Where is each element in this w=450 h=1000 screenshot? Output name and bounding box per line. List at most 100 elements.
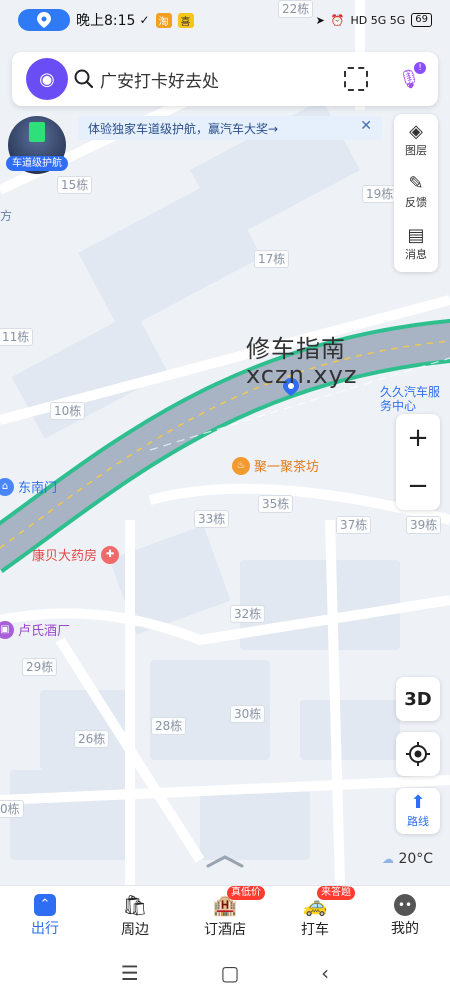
bag-icon: 🛍: [122, 892, 148, 917]
poi-east-gate[interactable]: ⌂ 东南门: [0, 477, 57, 496]
tab-label: 周边: [121, 921, 149, 938]
promo-tag: 真低价: [227, 886, 265, 900]
building-label: 17栋: [254, 250, 290, 268]
travel-icon: ⌃: [34, 893, 56, 916]
zoom-controls: + −: [396, 414, 440, 510]
system-nav-bar: ☰ ▢ ‹: [0, 945, 450, 1000]
poi-pharmacy[interactable]: 康贝大药房 ✚: [32, 545, 123, 564]
voice-icon[interactable]: 🎙!: [394, 62, 426, 94]
locate-button[interactable]: [396, 732, 440, 776]
map-tools-panel: ◈ 图层 ✎ 反馈 ▤ 消息: [394, 114, 438, 272]
tab-label: 出行: [31, 920, 59, 937]
building-label: 19栋: [362, 185, 398, 203]
close-icon[interactable]: ✕: [360, 118, 372, 134]
voice-badge: !: [414, 62, 426, 74]
zoom-out-button[interactable]: −: [396, 462, 440, 510]
check-icon: ✓: [139, 13, 150, 27]
temperature: 20°C: [398, 851, 434, 867]
feedback-button[interactable]: ✎ 反馈: [394, 166, 438, 218]
back-icon[interactable]: ‹: [321, 961, 329, 985]
poi-label: 东南门: [18, 481, 58, 496]
poi-label: 聚一聚茶坊: [254, 460, 320, 475]
message-icon: ▤: [407, 225, 425, 246]
location-indicator: [18, 9, 70, 31]
3d-button[interactable]: 3D: [396, 677, 440, 721]
tab-taxi[interactable]: 来答题 🚕 打车: [270, 886, 360, 945]
cloud-icon: ☁: [382, 852, 394, 866]
building-label: 29栋: [22, 658, 58, 676]
messages-button[interactable]: ▤ 消息: [394, 218, 438, 270]
poi-label: 康贝大药房: [32, 549, 98, 564]
tab-label: 订酒店: [204, 921, 246, 938]
search-bar[interactable]: ◉ 广安打卡好去处 🎙!: [12, 52, 438, 106]
promo-tag: 来答题: [317, 886, 355, 900]
home-icon[interactable]: ▢: [221, 961, 240, 985]
building-label: 30栋: [230, 705, 266, 723]
building-label: 33栋: [194, 510, 230, 528]
lane-icon: [29, 122, 45, 142]
app-icon: 喜: [177, 12, 194, 28]
status-bar: 晚上8:15 ✓ 淘 喜 ➤ ⏰ HD 5G 5G 69: [0, 0, 450, 40]
feedback-icon: ✎: [408, 173, 424, 194]
bag-icon: ▣: [0, 620, 14, 639]
poi-tea-house[interactable]: ♨ 聚一聚茶坊: [232, 456, 319, 475]
building-label: 35栋: [258, 495, 294, 513]
building-label: 32栋: [230, 605, 266, 623]
promo-banner[interactable]: 体验独家车道级护航，赢汽车大奖→ ✕: [78, 116, 382, 140]
watermark: 修车指南 xczn.xyz: [246, 336, 357, 388]
alarm-icon: ⏰: [330, 13, 345, 27]
layers-button[interactable]: ◈ 图层: [394, 114, 438, 166]
weather: ☁ 20°C: [382, 851, 433, 867]
building-label: 10栋: [50, 402, 86, 420]
watermark-line1: 修车指南: [246, 335, 346, 363]
scan-icon[interactable]: [344, 67, 368, 91]
tab-hotel[interactable]: 真低价 🏨 订酒店: [180, 886, 270, 945]
location-icon: [37, 12, 51, 28]
promo-text: 体验独家车道级护航，赢汽车大奖→: [88, 121, 279, 136]
tab-nearby[interactable]: 🛍 周边: [90, 886, 180, 945]
poi-car-service[interactable]: 久久汽车服务中心: [380, 385, 446, 413]
expand-chevron-icon[interactable]: [206, 854, 244, 868]
menu-icon[interactable]: ☰: [121, 961, 139, 985]
poi-label: 久久汽车服务中心: [380, 385, 441, 413]
building-label: 11栋: [0, 328, 34, 346]
route-icon: ⬆: [410, 792, 426, 813]
tab-travel[interactable]: ⌃ 出行: [0, 886, 90, 945]
tool-label: 反馈: [405, 196, 427, 209]
gate-icon: ⌂: [0, 477, 14, 496]
building-label: 39栋: [406, 516, 442, 534]
status-time: 晚上8:15: [76, 13, 136, 29]
network-indicator: HD 5G 5G: [350, 13, 406, 27]
taobao-icon: 淘: [155, 12, 172, 28]
poi-winery[interactable]: ▣ 卢氏酒厂: [0, 620, 70, 639]
watermark-line2: xczn.xyz: [246, 361, 358, 389]
tab-label: 我的: [391, 920, 419, 937]
building-label: 37栋: [336, 516, 372, 534]
lane-nav-button[interactable]: 车道级护航: [6, 116, 68, 174]
map-text-fragment: 方: [0, 209, 13, 223]
battery-indicator: 69: [411, 13, 432, 27]
building-label: 26栋: [74, 730, 110, 748]
tool-label: 图层: [405, 144, 427, 157]
route-label: 路线: [407, 815, 429, 828]
layers-icon: ◈: [409, 121, 423, 142]
lane-nav-label: 车道级护航: [6, 156, 68, 171]
3d-label: 3D: [404, 688, 432, 710]
profile-icon: ••: [394, 893, 416, 916]
navigation-icon: ➤: [315, 13, 325, 27]
tab-mine[interactable]: •• 我的: [360, 886, 450, 945]
locate-icon: [406, 742, 430, 766]
pharmacy-icon: ✚: [101, 545, 120, 564]
zoom-in-button[interactable]: +: [396, 414, 440, 462]
building-label: 0栋: [0, 800, 24, 818]
search-icon: [74, 69, 94, 89]
bottom-nav: ⌃ 出行 🛍 周边 真低价 🏨 订酒店 来答题 🚕 打车 •• 我的: [0, 885, 450, 945]
tea-icon: ♨: [232, 456, 250, 475]
search-input[interactable]: 广安打卡好去处: [100, 67, 219, 92]
route-button[interactable]: ⬆ 路线: [396, 788, 440, 834]
mascot-icon[interactable]: ◉: [26, 58, 68, 100]
poi-label: 卢氏酒厂: [18, 624, 71, 639]
building-label: 15栋: [57, 176, 93, 194]
tab-label: 打车: [301, 921, 329, 938]
building-label: 28栋: [151, 717, 187, 735]
